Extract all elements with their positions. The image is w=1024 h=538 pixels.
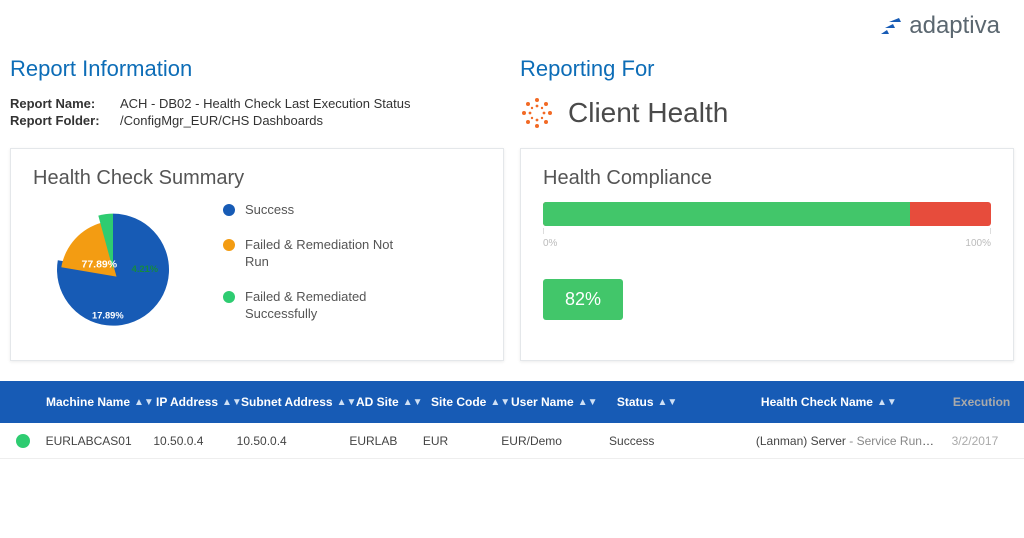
pie-label-remediated: 4.21% [132, 264, 159, 274]
cell-user: EUR/Demo [495, 434, 603, 448]
health-compliance-card: Health Compliance 0% 100% 82% [520, 148, 1014, 361]
col-machine-name[interactable]: Machine Name▲▼ [40, 395, 150, 409]
report-information: Report Information Report Name: ACH - DB… [10, 56, 490, 130]
col-subnet-address[interactable]: Subnet Address▲▼ [235, 395, 350, 409]
col-ip-address[interactable]: IP Address▲▼ [150, 395, 235, 409]
table-header: Machine Name▲▼ IP Address▲▼ Subnet Addre… [0, 381, 1024, 423]
brand-logo: adaptiva [879, 12, 1000, 40]
info-value: /ConfigMgr_EUR/CHS Dashboards [120, 113, 323, 128]
legend-success: Success [223, 202, 413, 219]
reporting-for-title: Reporting For [520, 56, 1000, 82]
cell-status: Success [603, 434, 750, 448]
results-table: Machine Name▲▼ IP Address▲▼ Subnet Addre… [0, 381, 1024, 459]
legend-label: Failed & Remediated Successfully [245, 289, 413, 323]
pie-legend: Success Failed & Remediation Not Run Fai… [223, 202, 413, 322]
compliance-bar [543, 202, 991, 226]
compliance-bar-fill [543, 202, 910, 226]
summary-title: Health Check Summary [33, 167, 481, 190]
cards-row: Health Check Summary [0, 130, 1024, 361]
sort-icon: ▲▼ [658, 400, 678, 405]
legend-failed-remediated: Failed & Remediated Successfully [223, 289, 413, 323]
cell-health-check: (Lanman) Server - Service Running [750, 434, 946, 448]
cell-execution: 3/2/2017 [946, 434, 1024, 448]
pie-chart: 77.89% 17.89% 4.21% [33, 202, 193, 342]
dot-icon [223, 291, 235, 303]
col-health-check-name[interactable]: Health Check Name▲▼ [755, 395, 947, 409]
cell-sitecode: EUR [417, 434, 495, 448]
brand-name: adaptiva [909, 12, 1000, 40]
info-row-folder: Report Folder: /ConfigMgr_EUR/CHS Dashbo… [10, 113, 490, 128]
info-label: Report Folder: [10, 113, 120, 128]
info-value: ACH - DB02 - Health Check Last Execution… [120, 96, 410, 111]
pie-label-failed-notrun: 17.89% [92, 311, 124, 321]
compliance-title: Health Compliance [543, 167, 991, 190]
legend-label: Success [245, 202, 294, 219]
col-ad-site[interactable]: AD Site▲▼ [350, 395, 425, 409]
scale-min: 0% [543, 238, 557, 249]
info-row-name: Report Name: ACH - DB02 - Health Check L… [10, 96, 490, 111]
col-status[interactable]: Status▲▼ [611, 395, 755, 409]
pie-label-success: 77.89% [82, 258, 118, 270]
compliance-badge: 82% [543, 279, 623, 320]
legend-failed-notrun: Failed & Remediation Not Run [223, 237, 413, 271]
header: adaptiva [0, 0, 1024, 46]
sort-icon: ▲▼ [877, 400, 897, 405]
scale-max: 100% [965, 238, 991, 249]
reporting-for: Reporting For Client Health [520, 56, 1000, 130]
sort-icon: ▲▼ [403, 400, 423, 405]
health-check-summary-card: Health Check Summary [10, 148, 504, 361]
col-site-code[interactable]: Site Code▲▼ [425, 395, 505, 409]
product-name: Client Health [568, 97, 728, 129]
reporting-for-product: Client Health [520, 96, 1000, 130]
compliance-scale: 0% 100% [543, 238, 991, 249]
dot-icon [223, 239, 235, 251]
status-dot-icon [16, 434, 30, 448]
table-row[interactable]: EURLABCAS01 10.50.0.4 10.50.0.4 EURLAB E… [0, 423, 1024, 459]
dot-icon [223, 204, 235, 216]
client-health-icon [520, 96, 554, 130]
adaptiva-logo-icon [879, 16, 903, 36]
col-user-name[interactable]: User Name▲▼ [505, 395, 611, 409]
col-execution[interactable]: Execution [947, 395, 1024, 409]
cell-machine: EURLABCAS01 [40, 434, 148, 448]
cell-adsite: EURLAB [343, 434, 417, 448]
cell-subnet: 10.50.0.4 [231, 434, 344, 448]
top-section: Report Information Report Name: ACH - DB… [0, 46, 1024, 130]
sort-icon: ▲▼ [578, 400, 598, 405]
legend-label: Failed & Remediation Not Run [245, 237, 413, 271]
cell-ip: 10.50.0.4 [147, 434, 230, 448]
report-info-title: Report Information [10, 56, 490, 82]
info-label: Report Name: [10, 96, 120, 111]
